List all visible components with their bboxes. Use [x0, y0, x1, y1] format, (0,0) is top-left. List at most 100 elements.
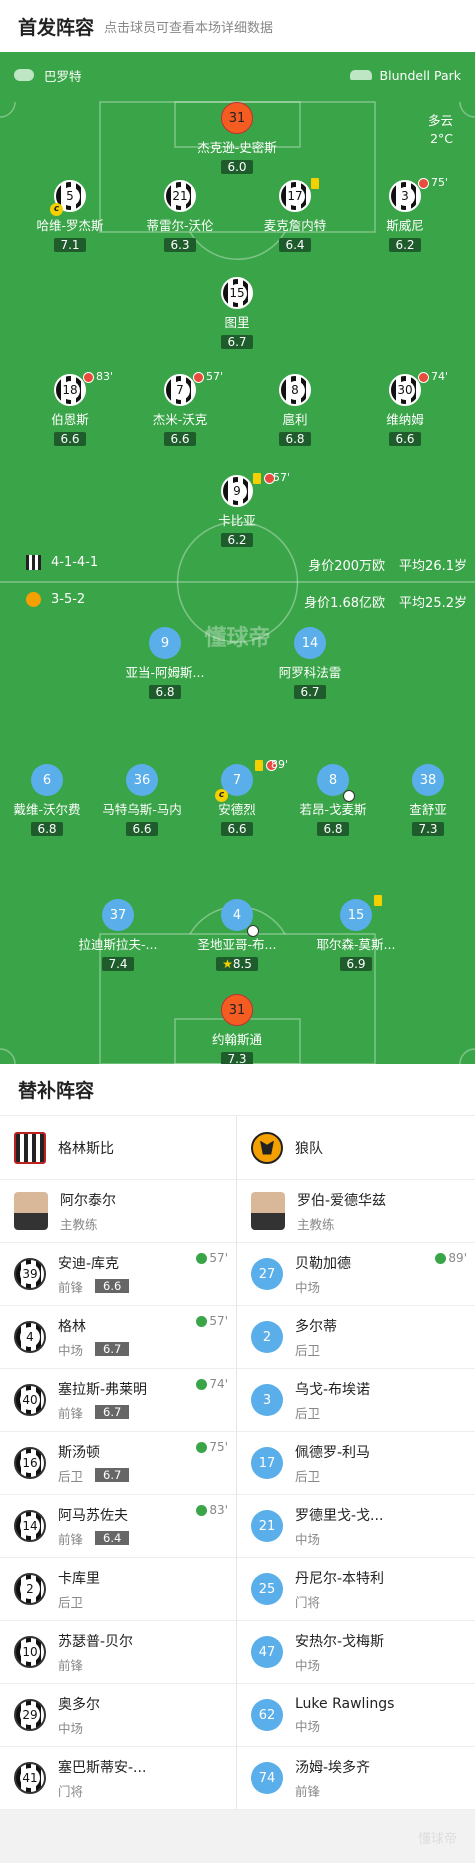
- player-away-gk[interactable]: 31 约翰斯通 7.3: [182, 994, 292, 1064]
- player-name: 亚当-阿姆斯...: [125, 665, 205, 680]
- home-team-name: 格林斯比: [58, 1140, 114, 1157]
- player-away-def[interactable]: 15 耶尔森-莫斯... 6.9: [301, 895, 411, 972]
- player-home-def[interactable]: 5c 哈维-罗杰斯 7.1: [15, 180, 125, 253]
- player-name: 阿罗科法雷: [278, 665, 342, 680]
- player-away-fw[interactable]: 14 阿罗科法雷 6.7: [255, 627, 365, 700]
- player-rating: 6.8: [149, 685, 181, 699]
- weather-text: 多云: [427, 113, 453, 128]
- player-position: 后卫: [58, 1594, 84, 1610]
- player-name: 贝勒加德: [295, 1255, 351, 1272]
- home-team-icon: [26, 555, 41, 570]
- sub-player-row[interactable]: 41 塞巴斯蒂安-... 门将: [0, 1747, 236, 1810]
- sub-player-row[interactable]: 62 Luke Rawlings 中场: [237, 1684, 475, 1747]
- player-home-mid[interactable]: 18 83' 伯恩斯 6.6: [15, 370, 125, 447]
- player-shirt: 3 75': [389, 176, 448, 212]
- home-team-row[interactable]: 格林斯比: [0, 1116, 236, 1180]
- sub-player-row[interactable]: 16 斯汤顿 后卫 6.7 75': [0, 1432, 236, 1495]
- yellow-card-icon: [255, 760, 263, 771]
- player-name: 杰米-沃克: [152, 412, 208, 427]
- player-shirt: 17: [251, 1447, 283, 1479]
- player-name: 圣地亚哥-布...: [197, 937, 277, 952]
- away-team-icon: [26, 592, 41, 607]
- player-name: Luke Rawlings: [295, 1695, 395, 1712]
- player-shirt: 3: [251, 1384, 283, 1416]
- away-coach-row[interactable]: 罗伯-爱德华兹 主教练: [237, 1180, 475, 1243]
- player-rating: 6.7: [95, 1342, 130, 1356]
- player-rating: 6.8: [31, 822, 63, 836]
- sub-player-row[interactable]: 74 汤姆-埃多齐 前锋: [237, 1747, 475, 1810]
- sub-player-row[interactable]: 39 安迪-库克 前锋 6.6 57': [0, 1243, 236, 1306]
- player-name: 奥多尔: [58, 1696, 100, 1713]
- sub-player-row[interactable]: 17 佩德罗-利马 后卫: [237, 1432, 475, 1495]
- player-shirt: 27: [251, 1258, 283, 1290]
- sub-in-time: 75': [196, 1440, 228, 1454]
- player-rating: 6.3: [164, 238, 196, 252]
- player-away-fw[interactable]: 9 亚当-阿姆斯... 6.8: [110, 627, 220, 700]
- sub-player-row[interactable]: 2 多尔蒂 后卫: [237, 1306, 475, 1369]
- player-shirt: 4: [14, 1321, 46, 1353]
- sub-player-row[interactable]: 29 奥多尔 中场: [0, 1684, 236, 1747]
- sub-player-row[interactable]: 14 阿马苏佐夫 前锋 6.4 83': [0, 1495, 236, 1558]
- player-name: 哈维-罗杰斯: [36, 218, 104, 233]
- player-home-dm[interactable]: 15 图里 6.7: [182, 277, 292, 350]
- player-home-def[interactable]: 3 75' 斯威尼 6.2: [350, 176, 460, 253]
- weather-info: 多云 2°C: [428, 112, 453, 148]
- sub-in-time: 83': [196, 1503, 228, 1517]
- player-away-mid[interactable]: 36 马特乌斯-马内 6.6: [87, 764, 197, 837]
- star-icon: ★: [222, 957, 233, 971]
- sub-player-row[interactable]: 47 安热尔-戈梅斯 中场: [237, 1621, 475, 1684]
- player-position: 前锋: [58, 1279, 84, 1295]
- away-value: 身价1.68亿欧: [304, 596, 386, 611]
- player-rating: 6.2: [221, 533, 253, 547]
- sub-player-row[interactable]: 21 罗德里戈-戈... 中场: [237, 1495, 475, 1558]
- sub-in-time: 74': [196, 1377, 228, 1391]
- player-shirt: 29: [14, 1699, 46, 1731]
- player-home-mid[interactable]: 8 扈利 6.8: [240, 374, 350, 447]
- player-shirt: 4: [221, 899, 259, 937]
- player-name: 维纳姆: [386, 412, 424, 427]
- assist-icon: [343, 790, 355, 802]
- player-away-mid[interactable]: 38 查舒亚 7.3: [373, 764, 475, 837]
- sub-player-row[interactable]: 40 塞拉斯-弗莱明 前锋 6.7 74': [0, 1369, 236, 1432]
- player-name: 图里: [224, 315, 250, 330]
- player-shirt: 17: [279, 178, 319, 212]
- sub-player-row[interactable]: 25 丹尼尔-本特利 门将: [237, 1558, 475, 1621]
- player-home-gk[interactable]: 31 杰克逊-史密斯 6.0: [182, 102, 292, 175]
- player-home-mid[interactable]: 30 74' 维纳姆 6.6: [350, 370, 460, 447]
- sub-player-row[interactable]: 2 卡库里 后卫: [0, 1558, 236, 1621]
- sub-player-row[interactable]: 4 格林 中场 6.7 57': [0, 1306, 236, 1369]
- sub-player-row[interactable]: 27 贝勒加德 中场 89': [237, 1243, 475, 1306]
- player-rating: 6.2: [389, 238, 421, 252]
- away-team-row[interactable]: 狼队: [237, 1116, 475, 1180]
- player-position: 后卫: [58, 1468, 84, 1484]
- player-home-def[interactable]: 17 麦克詹内特 6.4: [240, 178, 350, 253]
- sub-player-row[interactable]: 10 苏瑟普-贝尔 前锋: [0, 1621, 236, 1684]
- home-value: 身价200万欧: [308, 559, 386, 574]
- player-rating: 6.8: [279, 432, 311, 446]
- player-shirt: 30 74': [389, 370, 448, 406]
- away-formation: 3-5-2: [51, 592, 86, 607]
- player-name: 麦克詹内特: [263, 218, 327, 233]
- player-shirt: 36: [126, 764, 158, 796]
- player-position: 门将: [58, 1783, 84, 1799]
- sub-player-row[interactable]: 3 乌戈-布埃诺 后卫: [237, 1369, 475, 1432]
- away-age: 平均25.2岁: [399, 596, 467, 611]
- player-shirt: 8: [317, 764, 355, 802]
- player-name: 马特乌斯-马内: [102, 802, 182, 817]
- page-title: 首发阵容: [18, 16, 95, 39]
- player-home-def[interactable]: 21 蒂雷尔-沃伦 6.3: [125, 180, 235, 253]
- player-away-def[interactable]: 37 拉迪斯拉夫-... 7.4: [63, 899, 173, 972]
- player-name: 佩德罗-利马: [295, 1444, 371, 1461]
- yellow-card-icon: [374, 895, 382, 906]
- player-away-def[interactable]: 4 圣地亚哥-布... ★8.5: [182, 899, 292, 972]
- temperature: 2°C: [430, 131, 453, 146]
- player-rating: 6.6: [95, 1279, 130, 1293]
- player-home-fw[interactable]: 9 57' 卡比亚 6.2: [182, 471, 292, 548]
- home-coach-row[interactable]: 阿尔泰尔 主教练: [0, 1180, 236, 1243]
- player-position: 后卫: [295, 1342, 321, 1358]
- player-name: 若昂-戈麦斯: [299, 802, 367, 817]
- player-away-mid[interactable]: 7 89' c 安德烈 6.6: [182, 758, 292, 837]
- player-home-mid[interactable]: 7 57' 杰米-沃克 6.6: [125, 370, 235, 447]
- player-away-mid[interactable]: 8 若昂-戈麦斯 6.8: [278, 764, 388, 837]
- player-position: 前锋: [295, 1783, 321, 1799]
